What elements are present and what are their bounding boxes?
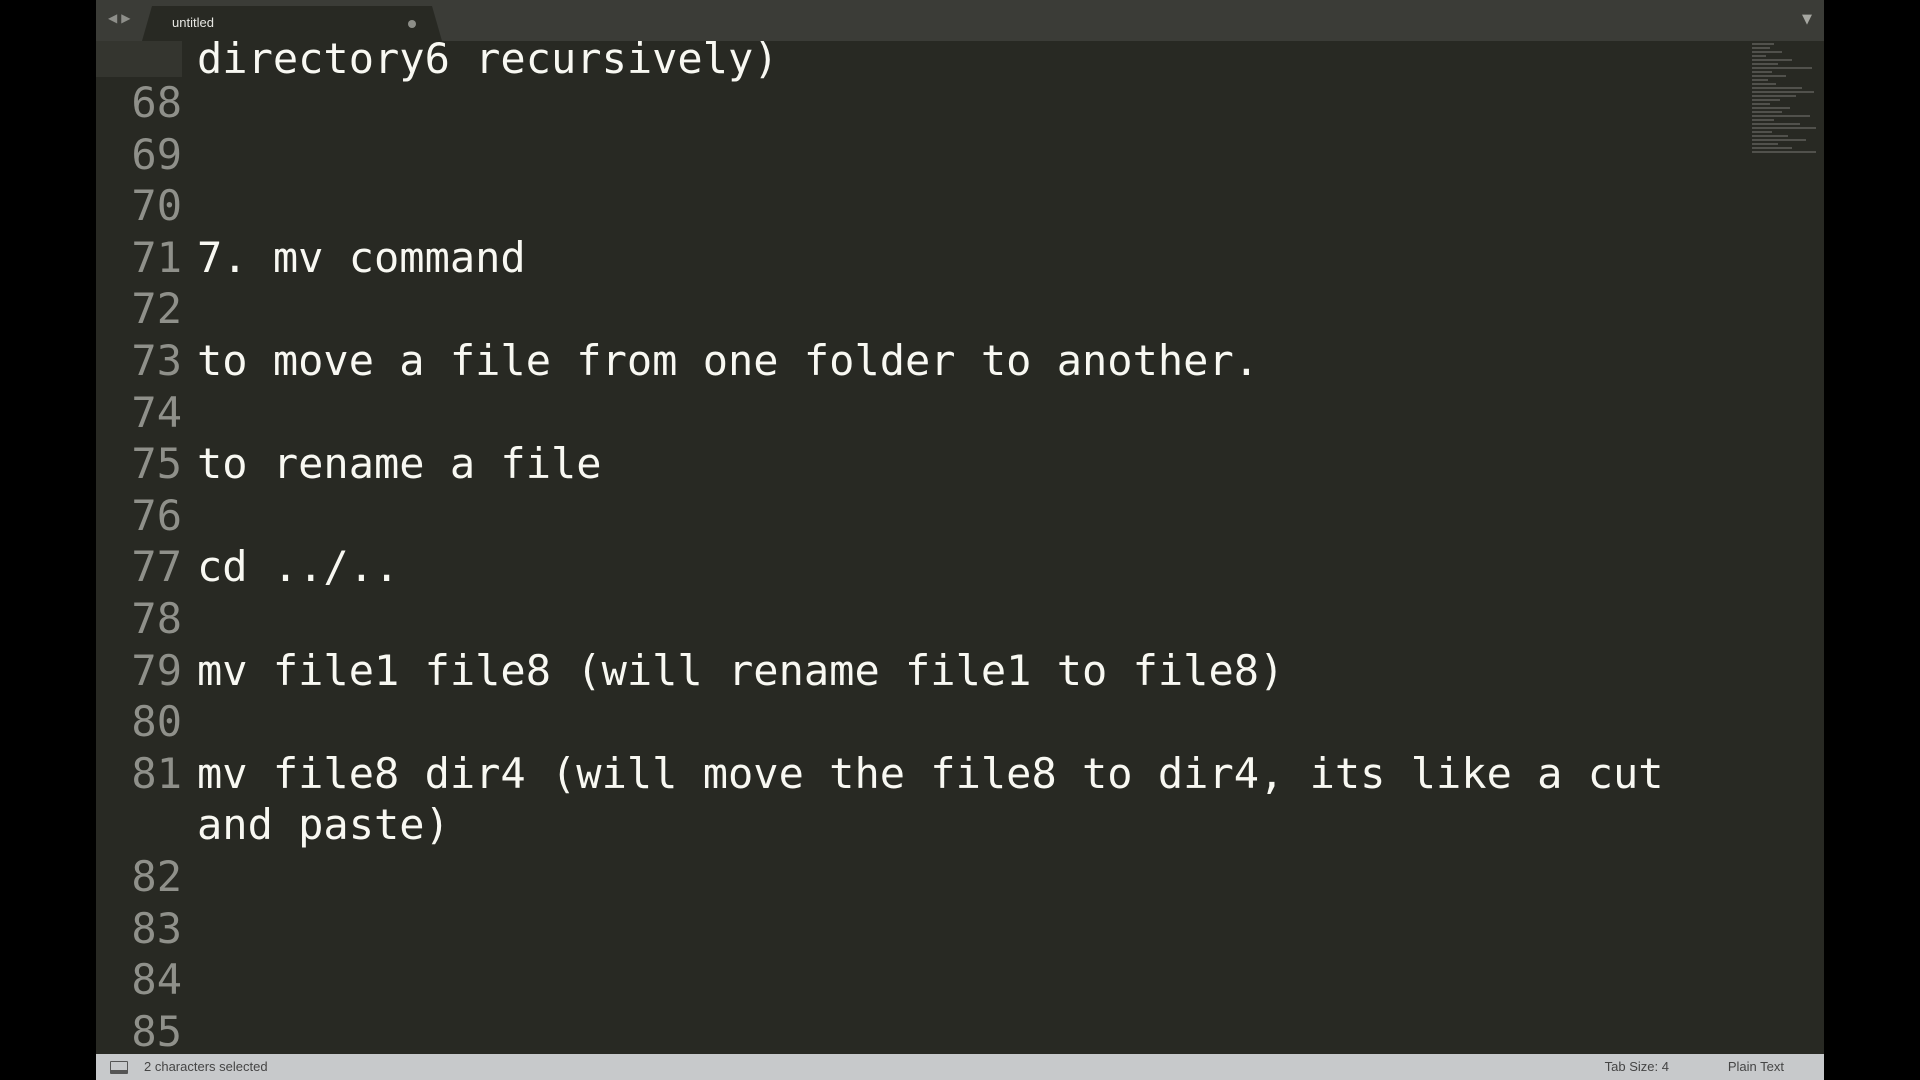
editor-line: 76 <box>96 490 1746 542</box>
editor-line: 69 <box>96 129 1746 181</box>
line-number <box>96 41 182 77</box>
line-number: 79 <box>131 645 182 695</box>
line-text[interactable] <box>197 283 1737 335</box>
back-arrow-icon[interactable]: ◀ <box>108 11 117 29</box>
editor-window: ◀ ▶ untitled ▼ directory6 recursively) 6… <box>96 0 1824 1080</box>
line-text[interactable]: mv file1 file8 (will rename file1 to fil… <box>197 645 1737 697</box>
line-text[interactable] <box>197 954 1737 1006</box>
editor-line: 75 to rename a file <box>96 438 1746 490</box>
line-text[interactable] <box>197 1006 1737 1054</box>
line-text[interactable]: cd ../.. <box>197 541 1737 593</box>
line-text[interactable] <box>197 851 1737 903</box>
line-text[interactable] <box>197 903 1737 955</box>
line-number: 68 <box>131 78 182 127</box>
tab-untitled[interactable]: untitled <box>142 6 442 41</box>
line-text[interactable]: mv file8 dir4 (will move the file8 to di… <box>197 748 1737 851</box>
line-text[interactable] <box>197 129 1737 181</box>
line-number: 74 <box>131 387 182 437</box>
text-editor[interactable]: directory6 recursively) 68 69 70 71 7. m… <box>96 41 1746 1054</box>
editor-line: 82 <box>96 851 1746 903</box>
syntax-button[interactable]: Plain Text <box>1728 1059 1784 1074</box>
line-number: 77 <box>131 542 182 592</box>
line-number: 72 <box>131 284 182 334</box>
line-text[interactable] <box>197 387 1737 439</box>
line-text[interactable] <box>197 696 1737 748</box>
forward-arrow-icon[interactable]: ▶ <box>121 11 130 29</box>
line-text[interactable] <box>197 180 1737 232</box>
line-text[interactable] <box>197 593 1737 645</box>
selection-status: 2 characters selected <box>144 1059 268 1074</box>
editor-line: 72 <box>96 283 1746 335</box>
line-number: 76 <box>131 490 182 540</box>
line-number: 84 <box>131 955 182 1005</box>
editor-line: 85 <box>96 1006 1746 1054</box>
line-text[interactable] <box>197 77 1737 129</box>
line-number: 78 <box>131 593 182 643</box>
editor-line: 70 <box>96 180 1746 232</box>
status-bar: 2 characters selected Tab Size: 4 Plain … <box>96 1054 1824 1080</box>
line-number: 81 <box>131 748 182 798</box>
tab-bar: ◀ ▶ untitled ▼ <box>96 0 1824 41</box>
unsaved-dot-icon[interactable] <box>408 20 416 28</box>
line-number: 71 <box>131 232 182 282</box>
panel-toggle-icon[interactable] <box>110 1061 128 1074</box>
editor-line: 81 mv file8 dir4 (will move the file8 to… <box>96 748 1746 851</box>
tab-size-button[interactable]: Tab Size: 4 <box>1605 1059 1669 1074</box>
line-number: 70 <box>131 181 182 231</box>
line-number: 80 <box>131 697 182 747</box>
tab-dropdown-icon[interactable]: ▼ <box>1802 12 1812 27</box>
tab-navigation: ◀ ▶ <box>108 11 130 29</box>
line-text[interactable]: to move a file from one folder to anothe… <box>197 335 1737 387</box>
line-number: 83 <box>131 903 182 953</box>
line-number: 75 <box>131 439 182 489</box>
editor-line: 77 cd ../.. <box>96 541 1746 593</box>
editor-line: 78 <box>96 593 1746 645</box>
line-text[interactable] <box>197 490 1737 542</box>
minimap[interactable] <box>1748 41 1824 251</box>
editor-line: 74 <box>96 387 1746 439</box>
line-text[interactable]: to rename a file <box>197 438 1737 490</box>
editor-line: 83 <box>96 903 1746 955</box>
editor-line: 80 <box>96 696 1746 748</box>
line-number: 73 <box>131 335 182 385</box>
line-number: 69 <box>131 129 182 179</box>
editor-line: 71 7. mv command <box>96 232 1746 284</box>
editor-line: 79 mv file1 file8 (will rename file1 to … <box>96 645 1746 697</box>
line-number: 85 <box>131 1006 182 1054</box>
editor-line: 84 <box>96 954 1746 1006</box>
editor-line: directory6 recursively) <box>96 41 1746 83</box>
line-number: 82 <box>131 851 182 901</box>
tab-title: untitled <box>172 15 214 30</box>
editor-line: 68 <box>96 77 1746 129</box>
editor-line: 73 to move a file from one folder to ano… <box>96 335 1746 387</box>
line-text[interactable]: directory6 recursively) <box>197 41 1737 83</box>
line-text[interactable]: 7. mv command <box>197 232 1737 284</box>
